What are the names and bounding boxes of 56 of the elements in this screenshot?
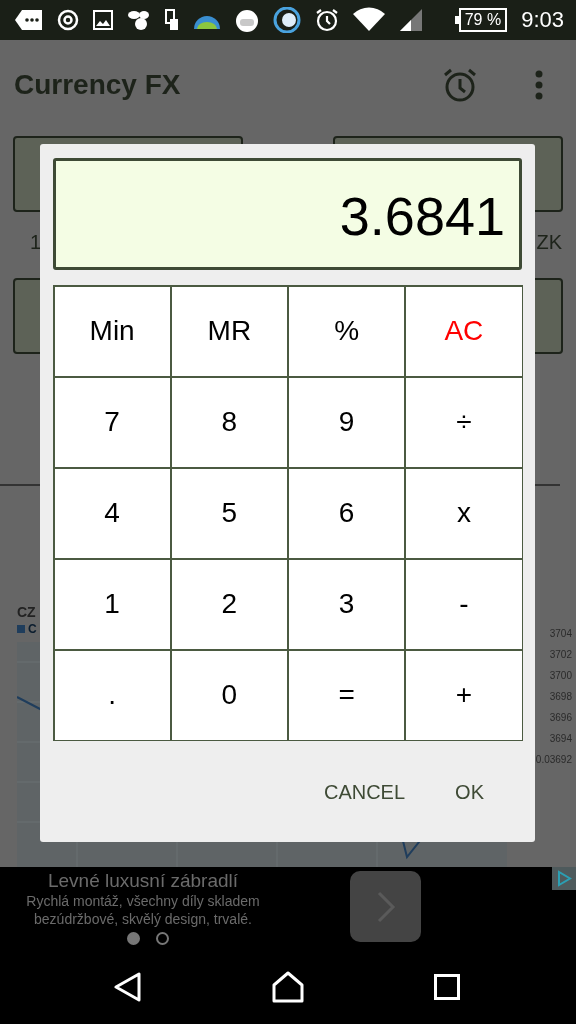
keypad-key[interactable]: 5 xyxy=(171,468,287,558)
ad-title: Levné luxusní zábradlí xyxy=(47,870,239,892)
keypad-key[interactable]: - xyxy=(406,559,522,649)
keypad-key[interactable]: x xyxy=(406,468,522,558)
keypad-key[interactable]: + xyxy=(406,650,522,740)
keypad-key[interactable]: ÷ xyxy=(406,377,522,467)
ad-banner[interactable]: Levné luxusní zábradlí Rychlá montáž, všechny díly skladem bezúdržbové, skvělý design, trvalé. xyxy=(0,867,576,950)
wifi-icon xyxy=(353,7,385,33)
legend-swatch xyxy=(17,625,25,633)
keypad-key[interactable]: % xyxy=(289,286,405,376)
keypad-key[interactable]: 8 xyxy=(171,377,287,467)
alarm-icon[interactable] xyxy=(442,67,478,103)
tag-icon xyxy=(15,9,43,31)
app-title: Currency FX xyxy=(14,69,181,101)
keypad-key[interactable]: MR xyxy=(171,286,287,376)
app-icon xyxy=(235,7,259,33)
keypad-key[interactable]: = xyxy=(289,650,405,740)
more-options-icon[interactable] xyxy=(534,70,544,100)
clock-time: 9:03 xyxy=(521,7,564,33)
axis-label: 3700 xyxy=(549,670,572,681)
axis-label: 3704 xyxy=(549,628,572,639)
calculator-display: 3.6841 xyxy=(53,158,522,270)
dialog-button[interactable]: CANCEL xyxy=(311,775,418,810)
page-indicator-dot[interactable] xyxy=(127,932,140,945)
keypad-key[interactable]: 4 xyxy=(54,468,170,558)
amount-label: 1 xyxy=(30,230,42,254)
legend-label: C xyxy=(28,622,37,636)
keypad-key[interactable]: . xyxy=(54,650,170,740)
app-icon xyxy=(273,7,301,33)
back-icon[interactable] xyxy=(114,972,142,1002)
keypad-key[interactable]: Min xyxy=(54,286,170,376)
currency-label: ZK xyxy=(536,230,562,254)
axis-label: 3694 xyxy=(549,733,572,744)
keypad-key[interactable]: 2 xyxy=(171,559,287,649)
axis-label: 0.03692 xyxy=(535,754,572,765)
keypad-key[interactable]: 0 xyxy=(171,650,287,740)
battery-level: 79 % xyxy=(464,11,502,29)
axis-label: 3702 xyxy=(549,649,572,660)
phone-icon xyxy=(165,9,179,31)
recents-icon[interactable] xyxy=(434,974,460,1000)
home-icon[interactable] xyxy=(272,971,304,1003)
axis-label: 3698 xyxy=(549,691,572,702)
alarm-icon xyxy=(315,8,339,32)
dialog-button[interactable]: OK xyxy=(443,775,496,810)
axis-label: 3696 xyxy=(549,712,572,723)
page-indicator-dot[interactable] xyxy=(156,932,169,945)
chart-title: CZ xyxy=(17,604,36,620)
keypad-key[interactable]: 1 xyxy=(54,559,170,649)
keypad-key[interactable]: AC xyxy=(406,286,522,376)
ad-description: Rychlá montáž, všechny díly skladem bezúdržbové, skvělý design, trvalé. xyxy=(25,892,261,928)
keypad-key[interactable]: 3 xyxy=(289,559,405,649)
keypad-key[interactable]: 7 xyxy=(54,377,170,467)
keypad-key[interactable]: 9 xyxy=(289,377,405,467)
image-icon xyxy=(93,10,113,30)
signal-icon xyxy=(399,8,423,32)
keypad-key[interactable]: 6 xyxy=(289,468,405,558)
